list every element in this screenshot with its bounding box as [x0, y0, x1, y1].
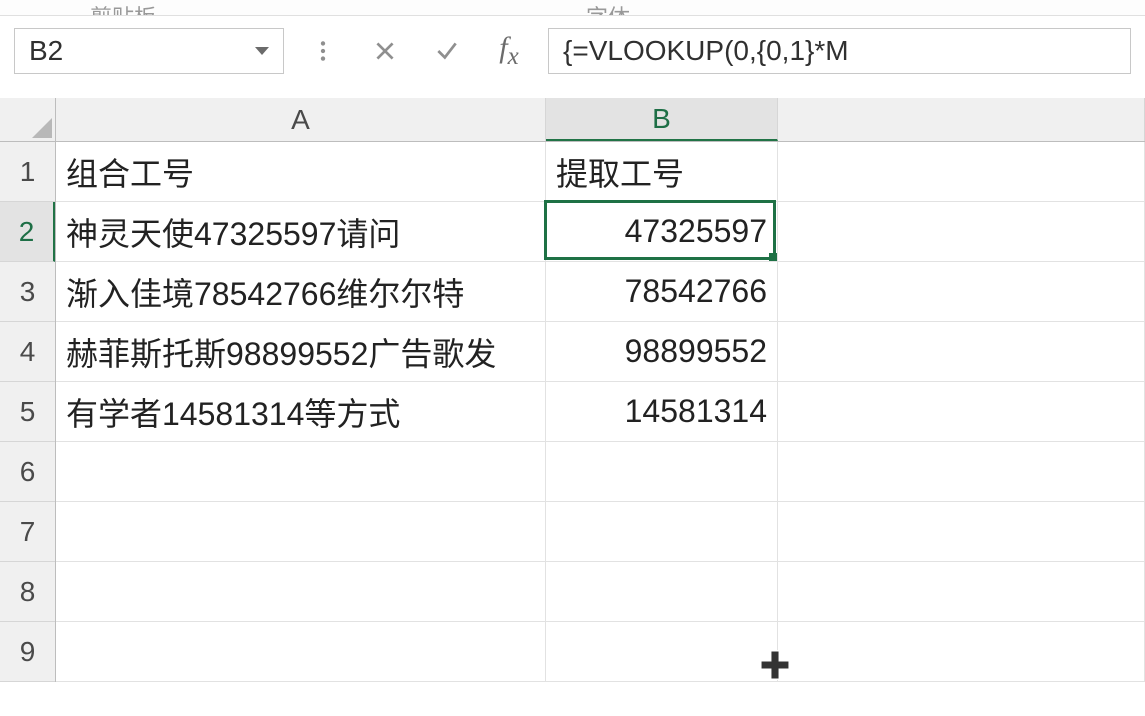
- table-row: [56, 622, 1145, 682]
- name-box-value: B2: [29, 35, 63, 67]
- cell-B9[interactable]: [546, 622, 778, 682]
- cell-A6[interactable]: [56, 442, 546, 502]
- table-row: 渐入佳境78542766维尔尔特78542766: [56, 262, 1145, 322]
- table-row: 神灵天使47325597请问47325597: [56, 202, 1145, 262]
- cell-C9[interactable]: [778, 622, 1145, 682]
- x-icon: [372, 38, 398, 64]
- cell-B8[interactable]: [546, 562, 778, 622]
- cell-C5[interactable]: [778, 382, 1145, 442]
- cell-B2[interactable]: 47325597: [546, 202, 778, 262]
- row-header-1[interactable]: 1: [0, 142, 55, 202]
- row-header-3[interactable]: 3: [0, 262, 55, 322]
- cell-A4[interactable]: 赫菲斯托斯98899552广告歌发: [56, 322, 546, 382]
- dots-vertical-icon: [310, 38, 336, 64]
- column-header-C[interactable]: [778, 98, 1145, 141]
- check-icon: [434, 38, 460, 64]
- cell-B6[interactable]: [546, 442, 778, 502]
- ribbon-group-clipboard: 剪贴板: [90, 0, 156, 16]
- column-header-A[interactable]: A: [56, 98, 546, 141]
- cell-A5[interactable]: 有学者14581314等方式: [56, 382, 546, 442]
- cell-A8[interactable]: [56, 562, 546, 622]
- table-row: [56, 502, 1145, 562]
- fx-icon: fx: [499, 31, 518, 71]
- cell-C8[interactable]: [778, 562, 1145, 622]
- insert-function-button[interactable]: fx: [486, 28, 532, 74]
- cell-C3[interactable]: [778, 262, 1145, 322]
- column-header-B[interactable]: B: [546, 98, 778, 141]
- table-row: 赫菲斯托斯98899552广告歌发98899552: [56, 322, 1145, 382]
- cell-B7[interactable]: [546, 502, 778, 562]
- row-header-8[interactable]: 8: [0, 562, 55, 622]
- cell-C4[interactable]: [778, 322, 1145, 382]
- cell-B3[interactable]: 78542766: [546, 262, 778, 322]
- row-headers: 123456789: [0, 142, 56, 682]
- formula-text: {=VLOOKUP(0,{0,1}*M: [563, 35, 849, 67]
- cell-A2[interactable]: 神灵天使47325597请问: [56, 202, 546, 262]
- cell-B1[interactable]: 提取工号: [546, 142, 778, 202]
- table-row: 有学者14581314等方式14581314: [56, 382, 1145, 442]
- ribbon-group-font: 字体: [586, 0, 630, 16]
- table-row: 组合工号提取工号: [56, 142, 1145, 202]
- name-box[interactable]: B2: [14, 28, 284, 74]
- name-box-dropdown-icon[interactable]: [255, 47, 269, 55]
- formula-bar: B2 fx {=VLOOKUP(0,{0,1}*M: [0, 16, 1145, 86]
- table-row: [56, 562, 1145, 622]
- cell-A3[interactable]: 渐入佳境78542766维尔尔特: [56, 262, 546, 322]
- cancel-formula-button[interactable]: [362, 28, 408, 74]
- cell-B5[interactable]: 14581314: [546, 382, 778, 442]
- column-headers: AB: [56, 98, 1145, 142]
- row-header-9[interactable]: 9: [0, 622, 55, 682]
- cell-A7[interactable]: [56, 502, 546, 562]
- row-header-6[interactable]: 6: [0, 442, 55, 502]
- cell-grid: 组合工号提取工号神灵天使47325597请问47325597渐入佳境785427…: [56, 142, 1145, 682]
- cell-C7[interactable]: [778, 502, 1145, 562]
- row-header-4[interactable]: 4: [0, 322, 55, 382]
- row-header-7[interactable]: 7: [0, 502, 55, 562]
- row-header-2[interactable]: 2: [0, 202, 55, 262]
- cell-C2[interactable]: [778, 202, 1145, 262]
- row-header-5[interactable]: 5: [0, 382, 55, 442]
- formula-input[interactable]: {=VLOOKUP(0,{0,1}*M: [548, 28, 1131, 74]
- cell-C1[interactable]: [778, 142, 1145, 202]
- formula-expand-button[interactable]: [300, 28, 346, 74]
- cell-A9[interactable]: [56, 622, 546, 682]
- select-all-corner[interactable]: [0, 98, 56, 142]
- cell-B4[interactable]: 98899552: [546, 322, 778, 382]
- enter-formula-button[interactable]: [424, 28, 470, 74]
- table-row: [56, 442, 1145, 502]
- cell-C6[interactable]: [778, 442, 1145, 502]
- ribbon-area: 剪贴板 字体: [0, 0, 1145, 16]
- cell-A1[interactable]: 组合工号: [56, 142, 546, 202]
